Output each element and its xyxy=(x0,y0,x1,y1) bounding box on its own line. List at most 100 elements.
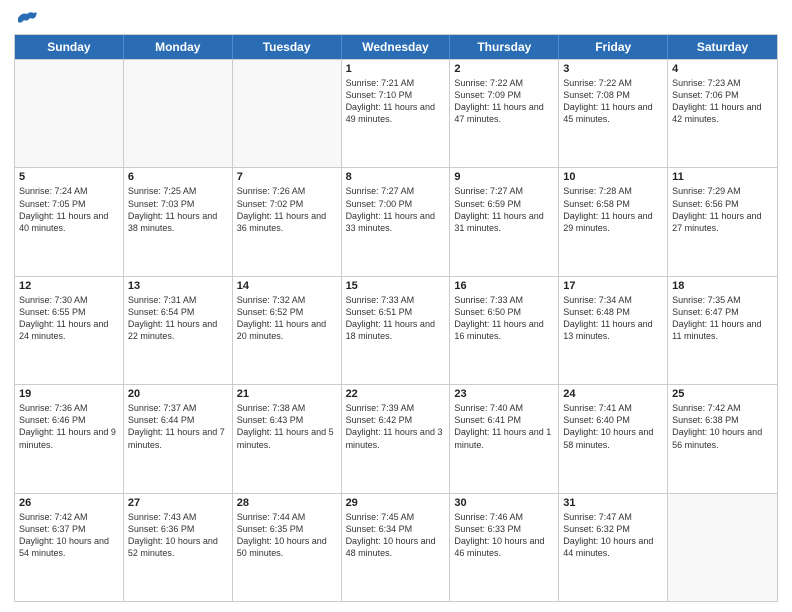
day-number: 28 xyxy=(237,497,337,509)
calendar: SundayMondayTuesdayWednesdayThursdayFrid… xyxy=(14,34,778,602)
day-number: 22 xyxy=(346,388,446,400)
calendar-day-cell: 3 Sunrise: 7:22 AM Sunset: 7:08 PM Daylig… xyxy=(559,60,668,167)
day-info: Sunrise: 7:25 AM Sunset: 7:03 PM Dayligh… xyxy=(128,185,228,234)
day-number: 17 xyxy=(563,280,663,292)
calendar-day-cell: 2 Sunrise: 7:22 AM Sunset: 7:09 PM Daylig… xyxy=(450,60,559,167)
day-number: 30 xyxy=(454,497,554,509)
calendar-week-row: 5Sunrise: 7:24 AM Sunset: 7:05 PM Daylig… xyxy=(15,167,777,275)
day-number: 2 xyxy=(454,63,554,75)
day-number: 5 xyxy=(19,171,119,183)
day-info: Sunrise: 7:26 AM Sunset: 7:02 PM Dayligh… xyxy=(237,185,337,234)
calendar-day-cell: 20 Sunrise: 7:37 AM Sunset: 6:44 PM Dayli… xyxy=(124,385,233,492)
day-info: Sunrise: 7:27 AM Sunset: 7:00 PM Dayligh… xyxy=(346,185,446,234)
calendar-day-cell: 19Sunrise: 7:36 AM Sunset: 6:46 PM Dayli… xyxy=(15,385,124,492)
calendar-day-cell xyxy=(233,60,342,167)
day-number: 1 xyxy=(346,63,446,75)
day-info: Sunrise: 7:31 AM Sunset: 6:54 PM Dayligh… xyxy=(128,294,228,343)
day-number: 27 xyxy=(128,497,228,509)
calendar-day-cell: 18Sunrise: 7:35 AM Sunset: 6:47 PM Dayli… xyxy=(668,277,777,384)
day-info: Sunrise: 7:44 AM Sunset: 6:35 PM Dayligh… xyxy=(237,511,337,560)
calendar-day-cell: 26Sunrise: 7:42 AM Sunset: 6:37 PM Dayli… xyxy=(15,494,124,601)
calendar-week-row: 19Sunrise: 7:36 AM Sunset: 6:46 PM Dayli… xyxy=(15,384,777,492)
calendar-body: 1Sunrise: 7:21 AM Sunset: 7:10 PM Daylig… xyxy=(15,59,777,601)
day-number: 10 xyxy=(563,171,663,183)
calendar-header-cell: Monday xyxy=(124,35,233,59)
day-info: Sunrise: 7:22 AM Sunset: 7:09 PM Dayligh… xyxy=(454,77,554,126)
calendar-week-row: 1Sunrise: 7:21 AM Sunset: 7:10 PM Daylig… xyxy=(15,59,777,167)
day-info: Sunrise: 7:34 AM Sunset: 6:48 PM Dayligh… xyxy=(563,294,663,343)
day-number: 21 xyxy=(237,388,337,400)
day-info: Sunrise: 7:37 AM Sunset: 6:44 PM Dayligh… xyxy=(128,402,228,451)
calendar-day-cell: 31Sunrise: 7:47 AM Sunset: 6:32 PM Dayli… xyxy=(559,494,668,601)
day-number: 23 xyxy=(454,388,554,400)
calendar-header-cell: Wednesday xyxy=(342,35,451,59)
day-info: Sunrise: 7:38 AM Sunset: 6:43 PM Dayligh… xyxy=(237,402,337,451)
day-number: 16 xyxy=(454,280,554,292)
day-info: Sunrise: 7:22 AM Sunset: 7:08 PM Dayligh… xyxy=(563,77,663,126)
calendar-day-cell xyxy=(668,494,777,601)
calendar-header-cell: Tuesday xyxy=(233,35,342,59)
day-info: Sunrise: 7:45 AM Sunset: 6:34 PM Dayligh… xyxy=(346,511,446,560)
day-number: 20 xyxy=(128,388,228,400)
calendar-header-cell: Friday xyxy=(559,35,668,59)
calendar-day-cell: 29 Sunrise: 7:45 AM Sunset: 6:34 PM Dayli… xyxy=(342,494,451,601)
calendar-day-cell: 12 Sunrise: 7:30 AM Sunset: 6:55 PM Dayli… xyxy=(15,277,124,384)
calendar-header-cell: Saturday xyxy=(668,35,777,59)
calendar-day-cell: 25Sunrise: 7:42 AM Sunset: 6:38 PM Dayli… xyxy=(668,385,777,492)
calendar-day-cell: 15 Sunrise: 7:33 AM Sunset: 6:51 PM Dayli… xyxy=(342,277,451,384)
calendar-day-cell: 16 Sunrise: 7:33 AM Sunset: 6:50 PM Dayli… xyxy=(450,277,559,384)
day-number: 6 xyxy=(128,171,228,183)
day-number: 14 xyxy=(237,280,337,292)
day-info: Sunrise: 7:32 AM Sunset: 6:52 PM Dayligh… xyxy=(237,294,337,343)
day-number: 8 xyxy=(346,171,446,183)
day-number: 25 xyxy=(672,388,773,400)
calendar-day-cell xyxy=(15,60,124,167)
day-number: 24 xyxy=(563,388,663,400)
day-info: Sunrise: 7:33 AM Sunset: 6:51 PM Dayligh… xyxy=(346,294,446,343)
calendar-day-cell: 4 Sunrise: 7:23 AM Sunset: 7:06 PM Daylig… xyxy=(668,60,777,167)
calendar-day-cell: 17 Sunrise: 7:34 AM Sunset: 6:48 PM Dayli… xyxy=(559,277,668,384)
day-number: 12 xyxy=(19,280,119,292)
calendar-day-cell: 28 Sunrise: 7:44 AM Sunset: 6:35 PM Dayli… xyxy=(233,494,342,601)
calendar-day-cell: 30Sunrise: 7:46 AM Sunset: 6:33 PM Dayli… xyxy=(450,494,559,601)
calendar-day-cell xyxy=(124,60,233,167)
day-number: 4 xyxy=(672,63,773,75)
calendar-day-cell: 11Sunrise: 7:29 AM Sunset: 6:56 PM Dayli… xyxy=(668,168,777,275)
day-number: 13 xyxy=(128,280,228,292)
day-info: Sunrise: 7:23 AM Sunset: 7:06 PM Dayligh… xyxy=(672,77,773,126)
logo-bird-icon xyxy=(16,10,38,26)
calendar-header-row: SundayMondayTuesdayWednesdayThursdayFrid… xyxy=(15,35,777,59)
calendar-day-cell: 7 Sunrise: 7:26 AM Sunset: 7:02 PM Daylig… xyxy=(233,168,342,275)
header xyxy=(14,10,778,26)
day-number: 15 xyxy=(346,280,446,292)
logo xyxy=(14,10,38,26)
day-info: Sunrise: 7:33 AM Sunset: 6:50 PM Dayligh… xyxy=(454,294,554,343)
day-number: 3 xyxy=(563,63,663,75)
day-number: 19 xyxy=(19,388,119,400)
page: SundayMondayTuesdayWednesdayThursdayFrid… xyxy=(0,0,792,612)
day-info: Sunrise: 7:42 AM Sunset: 6:37 PM Dayligh… xyxy=(19,511,119,560)
day-number: 29 xyxy=(346,497,446,509)
day-info: Sunrise: 7:27 AM Sunset: 6:59 PM Dayligh… xyxy=(454,185,554,234)
day-info: Sunrise: 7:28 AM Sunset: 6:58 PM Dayligh… xyxy=(563,185,663,234)
day-info: Sunrise: 7:39 AM Sunset: 6:42 PM Dayligh… xyxy=(346,402,446,451)
day-number: 7 xyxy=(237,171,337,183)
calendar-day-cell: 27Sunrise: 7:43 AM Sunset: 6:36 PM Dayli… xyxy=(124,494,233,601)
calendar-day-cell: 24Sunrise: 7:41 AM Sunset: 6:40 PM Dayli… xyxy=(559,385,668,492)
calendar-day-cell: 21 Sunrise: 7:38 AM Sunset: 6:43 PM Dayli… xyxy=(233,385,342,492)
day-info: Sunrise: 7:30 AM Sunset: 6:55 PM Dayligh… xyxy=(19,294,119,343)
calendar-day-cell: 13 Sunrise: 7:31 AM Sunset: 6:54 PM Dayli… xyxy=(124,277,233,384)
calendar-day-cell: 23 Sunrise: 7:40 AM Sunset: 6:41 PM Dayli… xyxy=(450,385,559,492)
day-number: 9 xyxy=(454,171,554,183)
day-number: 18 xyxy=(672,280,773,292)
calendar-day-cell: 10 Sunrise: 7:28 AM Sunset: 6:58 PM Dayli… xyxy=(559,168,668,275)
calendar-day-cell: 8 Sunrise: 7:27 AM Sunset: 7:00 PM Daylig… xyxy=(342,168,451,275)
calendar-day-cell: 6 Sunrise: 7:25 AM Sunset: 7:03 PM Daylig… xyxy=(124,168,233,275)
day-info: Sunrise: 7:47 AM Sunset: 6:32 PM Dayligh… xyxy=(563,511,663,560)
calendar-header-cell: Sunday xyxy=(15,35,124,59)
calendar-day-cell: 5Sunrise: 7:24 AM Sunset: 7:05 PM Daylig… xyxy=(15,168,124,275)
calendar-week-row: 26Sunrise: 7:42 AM Sunset: 6:37 PM Dayli… xyxy=(15,493,777,601)
calendar-day-cell: 1Sunrise: 7:21 AM Sunset: 7:10 PM Daylig… xyxy=(342,60,451,167)
calendar-day-cell: 9 Sunrise: 7:27 AM Sunset: 6:59 PM Daylig… xyxy=(450,168,559,275)
day-info: Sunrise: 7:40 AM Sunset: 6:41 PM Dayligh… xyxy=(454,402,554,451)
